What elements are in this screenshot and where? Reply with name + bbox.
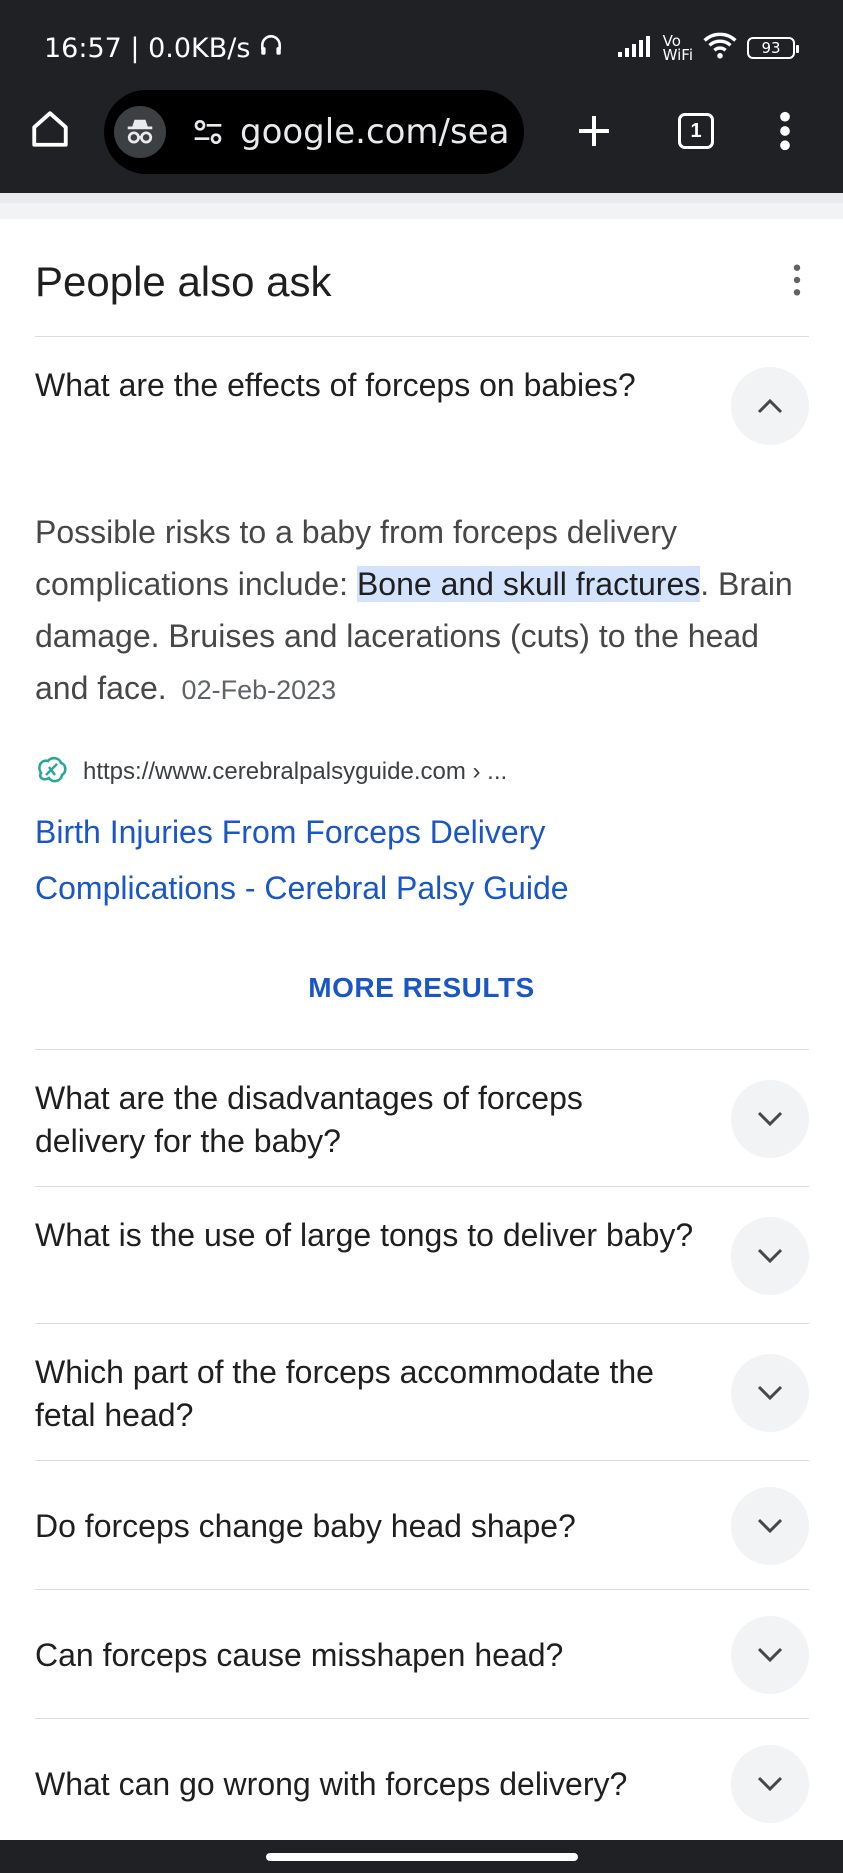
status-time: 16:57 | 0.0KB/s bbox=[44, 28, 284, 68]
paa-question-expanded[interactable]: What are the effects of forceps on babie… bbox=[35, 364, 695, 407]
paa-more-options[interactable] bbox=[780, 258, 814, 302]
chevron-down-icon bbox=[757, 1647, 783, 1663]
battery-icon: 93 bbox=[747, 37, 799, 59]
paa-answer: Possible risks to a baby from forceps de… bbox=[35, 506, 815, 716]
source-row[interactable]: https://www.cerebralpalsyguide.com › ... bbox=[35, 755, 507, 789]
divider bbox=[35, 1186, 809, 1187]
divider bbox=[35, 1718, 809, 1719]
tab-count: 1 bbox=[690, 119, 702, 142]
chevron-down-icon bbox=[757, 1248, 783, 1264]
new-tab-button[interactable] bbox=[568, 105, 620, 157]
source-url[interactable]: https://www.cerebralpalsyguide.com › ... bbox=[83, 758, 507, 786]
cerebral-palsy-guide-favicon bbox=[35, 755, 69, 790]
plus-icon bbox=[579, 116, 609, 146]
answer-highlight: Bone and skull fractures bbox=[356, 566, 701, 602]
collapse-button[interactable] bbox=[731, 367, 809, 445]
status-time-text: 16:57 | 0.0KB/s bbox=[44, 32, 251, 64]
toolbar-divider bbox=[0, 193, 843, 203]
expand-button[interactable] bbox=[731, 1080, 809, 1158]
paa-question[interactable]: Do forceps change baby head shape? bbox=[35, 1505, 695, 1548]
battery-level: 93 bbox=[761, 39, 781, 57]
browser-toolbar: 16:57 | 0.0KB/s Vo WiFi 93 google.com/se… bbox=[0, 0, 843, 193]
paa-question[interactable]: What can go wrong with forceps delivery? bbox=[35, 1763, 735, 1806]
url-text[interactable]: google.com/search bbox=[240, 112, 510, 152]
cell-signal-icon bbox=[617, 34, 653, 63]
section-gap bbox=[0, 203, 843, 219]
tune-icon[interactable] bbox=[190, 114, 226, 150]
browser-menu-button[interactable] bbox=[770, 105, 800, 157]
answer-date: 02-Feb-2023 bbox=[181, 675, 337, 705]
divider bbox=[35, 336, 809, 337]
chevron-down-icon bbox=[757, 1385, 783, 1401]
expand-button[interactable] bbox=[731, 1354, 809, 1432]
vowifi-line-2: WiFi bbox=[662, 46, 693, 64]
paa-title: People also ask bbox=[35, 258, 332, 305]
home-button[interactable] bbox=[26, 105, 74, 153]
chevron-down-icon bbox=[757, 1518, 783, 1534]
home-gesture-handle[interactable] bbox=[266, 1853, 578, 1861]
result-link-title[interactable]: Birth Injuries From Forceps Delivery Com… bbox=[35, 804, 735, 916]
divider bbox=[35, 1323, 809, 1324]
home-icon bbox=[32, 111, 68, 147]
expand-button[interactable] bbox=[731, 1616, 809, 1694]
status-indicators: Vo WiFi 93 bbox=[617, 28, 799, 68]
vowifi-indicator: Vo WiFi bbox=[662, 34, 693, 64]
divider bbox=[35, 1049, 809, 1050]
paa-question[interactable]: Which part of the forceps accommodate th… bbox=[35, 1351, 695, 1437]
more-vert-icon bbox=[793, 264, 801, 296]
address-bar[interactable]: google.com/search bbox=[104, 90, 524, 174]
paa-question[interactable]: Can forceps cause misshapen head? bbox=[35, 1634, 695, 1677]
headphones-icon bbox=[258, 32, 284, 65]
wifi-icon bbox=[703, 32, 737, 65]
paa-question[interactable]: What are the disadvantages of forceps de… bbox=[35, 1077, 695, 1163]
chevron-up-icon bbox=[757, 398, 783, 414]
more-vert-icon bbox=[780, 111, 790, 151]
expand-button[interactable] bbox=[731, 1217, 809, 1295]
paa-question[interactable]: What is the use of large tongs to delive… bbox=[35, 1214, 695, 1257]
chevron-down-icon bbox=[757, 1776, 783, 1792]
expand-button[interactable] bbox=[731, 1745, 809, 1823]
chevron-down-icon bbox=[757, 1111, 783, 1127]
divider bbox=[35, 1589, 809, 1590]
more-results-button[interactable]: MORE RESULTS bbox=[0, 972, 843, 1004]
tab-switcher-button[interactable]: 1 bbox=[678, 113, 714, 149]
expand-button[interactable] bbox=[731, 1487, 809, 1565]
divider bbox=[35, 1460, 809, 1461]
incognito-icon bbox=[114, 106, 166, 158]
